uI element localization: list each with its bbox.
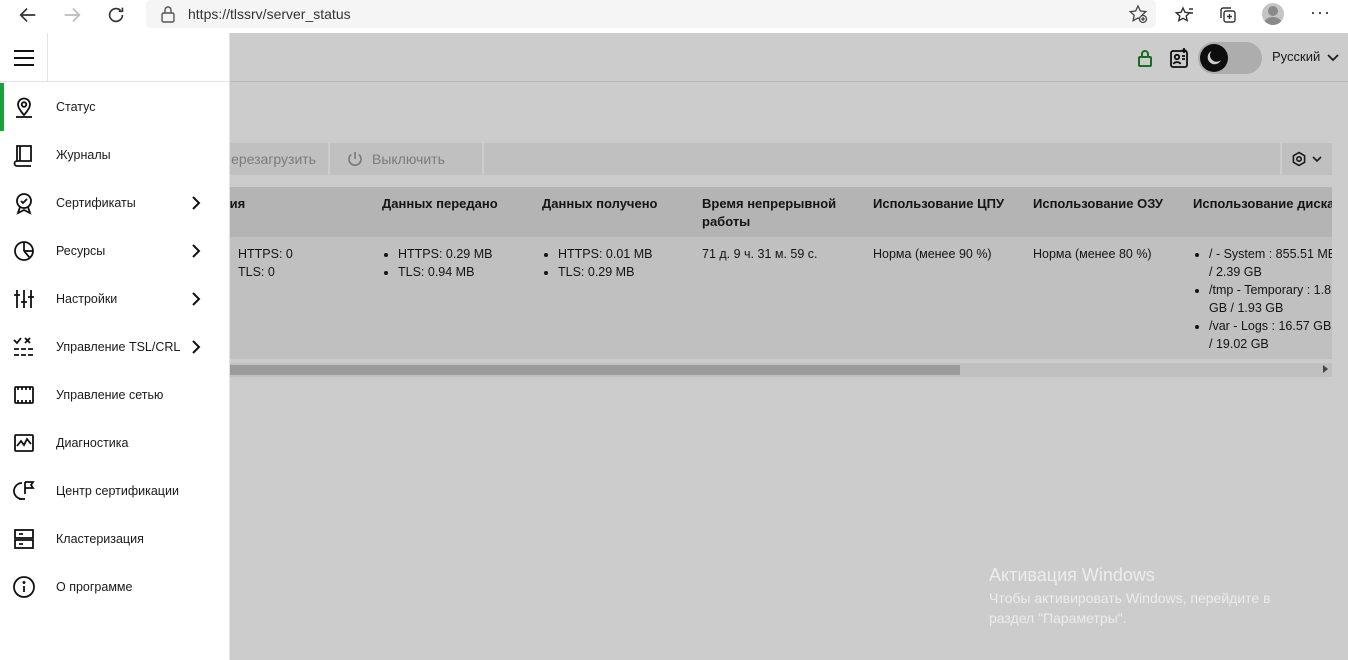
list-check-icon xyxy=(12,335,36,359)
sidebar-item-clustering[interactable]: Кластеризация xyxy=(0,515,229,563)
hamburger-icon xyxy=(13,49,34,66)
padlock-icon xyxy=(161,6,175,23)
browser-toolbar: https://tlssrv/server_status ··· xyxy=(0,0,1348,33)
menu-toggle-button[interactable] xyxy=(0,33,48,82)
navigation-drawer: Статус Журналы Сертификаты Ресурсы Настр… xyxy=(0,33,230,660)
arrow-left-icon xyxy=(19,7,36,23)
sidebar-item-label: Настройки xyxy=(56,291,118,306)
certificate-authority-icon xyxy=(12,479,36,503)
address-bar[interactable]: https://tlssrv/server_status xyxy=(146,0,1156,28)
sidebar-item-label: Журналы xyxy=(56,147,111,162)
nav-list: Статус Журналы Сертификаты Ресурсы Настр… xyxy=(0,83,229,611)
more-menu-icon[interactable]: ··· xyxy=(1310,2,1331,23)
favorites-button[interactable] xyxy=(1172,3,1196,27)
collections-button[interactable] xyxy=(1216,3,1240,27)
sidebar-item-label: Сертификаты xyxy=(56,195,136,210)
back-button[interactable] xyxy=(6,0,50,30)
sidebar-item-certificates[interactable]: Сертификаты xyxy=(0,179,229,227)
sidebar-item-label: Управление сетью xyxy=(56,387,164,402)
sidebar-item-label: Кластеризация xyxy=(56,531,144,546)
sidebar-item-status[interactable]: Статус xyxy=(0,83,229,131)
favorites-star-icon xyxy=(1174,6,1193,22)
info-icon xyxy=(12,575,36,599)
sidebar-item-network[interactable]: Управление сетью xyxy=(0,371,229,419)
sidebar-item-journals[interactable]: Журналы xyxy=(0,131,229,179)
sidebar-item-label: Диагностика xyxy=(56,435,129,450)
forward-button[interactable] xyxy=(50,0,94,30)
sidebar-item-tsl-crl[interactable]: Управление TSL/CRL xyxy=(0,323,229,371)
windows-activation-watermark: Активация Windows Чтобы активировать Win… xyxy=(989,565,1271,628)
sidebar-item-diagnostics[interactable]: Диагностика xyxy=(0,419,229,467)
sidebar-item-resources[interactable]: Ресурсы xyxy=(0,227,229,275)
chevron-right-icon xyxy=(188,339,204,355)
network-icon xyxy=(12,383,36,407)
chevron-right-icon xyxy=(188,195,204,211)
sidebar-item-about[interactable]: О программе xyxy=(0,563,229,611)
refresh-icon xyxy=(108,7,124,23)
pulse-icon xyxy=(12,431,36,455)
watermark-line: Чтобы активировать Windows, перейдите в xyxy=(989,590,1271,606)
collections-icon xyxy=(1220,7,1236,23)
sliders-icon xyxy=(12,287,36,311)
watermark-line: раздел "Параметры". xyxy=(989,610,1127,626)
url-text[interactable]: https://tlssrv/server_status xyxy=(188,6,351,22)
chevron-right-icon xyxy=(188,291,204,307)
pie-chart-icon xyxy=(12,239,36,263)
location-pin-icon xyxy=(12,95,36,119)
sidebar-item-certificate-authority[interactable]: Центр сертификации xyxy=(0,467,229,515)
sidebar-item-label: Управление TSL/CRL xyxy=(56,339,181,354)
sidebar-item-label: Ресурсы xyxy=(56,243,106,258)
sidebar-item-label: О программе xyxy=(56,579,133,594)
sidebar-item-label: Статус xyxy=(56,99,96,114)
watermark-title: Активация Windows xyxy=(989,565,1155,585)
certificate-icon xyxy=(12,191,36,215)
journal-icon xyxy=(12,143,36,167)
refresh-button[interactable] xyxy=(94,0,138,30)
add-favorite-icon[interactable] xyxy=(1128,4,1148,24)
server-cluster-icon xyxy=(12,527,36,551)
sidebar-item-settings[interactable]: Настройки xyxy=(0,275,229,323)
sidebar-item-label: Центр сертификации xyxy=(56,483,179,498)
drawer-header xyxy=(0,33,230,82)
arrow-right-icon xyxy=(64,7,81,23)
profile-avatar[interactable] xyxy=(1262,3,1284,25)
chevron-right-icon xyxy=(188,243,204,259)
